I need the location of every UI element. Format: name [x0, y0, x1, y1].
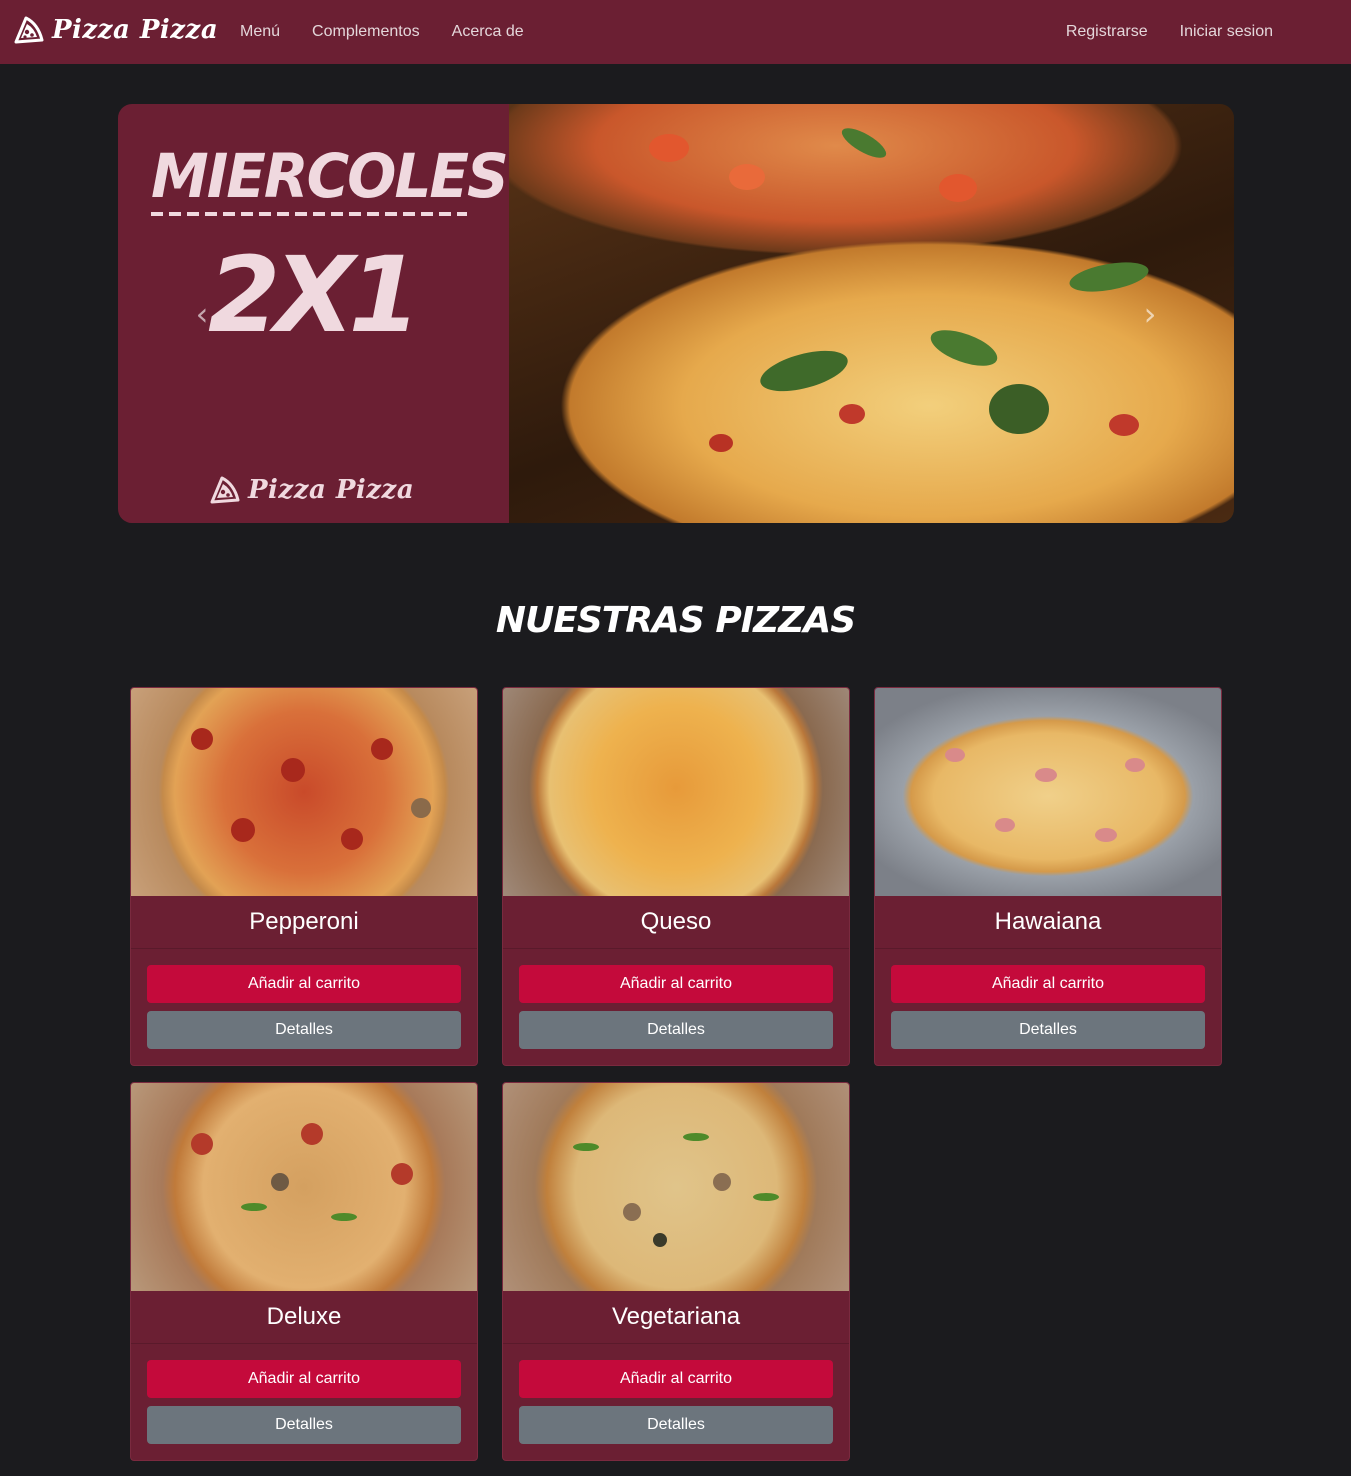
add-to-cart-button[interactable]: Añadir al carrito [519, 965, 833, 1003]
nav-complementos[interactable]: Complementos [312, 23, 420, 41]
promo-carousel: MIERCOLES 2X1 Pizza Pizza ‹ › [118, 104, 1234, 523]
pizza-name: Queso [503, 896, 849, 949]
nav-registrarse[interactable]: Registrarse [1066, 23, 1148, 41]
promo-divider [151, 212, 467, 216]
promo-brand-name: Pizza Pizza [248, 475, 415, 505]
pizza-slice-logo-icon [210, 476, 240, 504]
pizza-image [875, 688, 1221, 896]
details-button[interactable]: Detalles [519, 1406, 833, 1444]
details-button[interactable]: Detalles [891, 1011, 1205, 1049]
pizza-image [131, 1083, 477, 1291]
carousel-prev-button[interactable]: ‹ [192, 294, 212, 334]
promo-brand: Pizza Pizza [208, 474, 414, 506]
pizza-image [503, 1083, 849, 1291]
promo-pizza-photo [509, 104, 1234, 523]
pizza-slice-logo-icon [14, 16, 44, 44]
chevron-right-icon: › [1143, 295, 1157, 333]
details-button[interactable]: Detalles [519, 1011, 833, 1049]
add-to-cart-button[interactable]: Añadir al carrito [147, 1360, 461, 1398]
pizza-name: Hawaiana [875, 896, 1221, 949]
add-to-cart-button[interactable]: Añadir al carrito [147, 965, 461, 1003]
pizza-card: Pepperoni Añadir al carrito Detalles [130, 687, 478, 1066]
details-button[interactable]: Detalles [147, 1406, 461, 1444]
pizza-name: Pepperoni [131, 896, 477, 949]
carousel-next-button[interactable]: › [1140, 294, 1160, 334]
navbar: Pizza Pizza Menú Complementos Acerca de … [0, 0, 1351, 64]
nav-right: Registrarse Iniciar sesion [1066, 0, 1273, 64]
section-title: NUESTRAS PIZZAS [495, 600, 856, 641]
nav-acerca-de[interactable]: Acerca de [452, 23, 524, 41]
brand-name: Pizza Pizza [52, 15, 219, 45]
pizza-name: Vegetariana [503, 1291, 849, 1344]
pizza-image [503, 688, 849, 896]
promo-offer: 2X1 [208, 234, 421, 356]
promo-panel: MIERCOLES 2X1 Pizza Pizza [118, 104, 509, 523]
pizza-image [131, 688, 477, 896]
details-button[interactable]: Detalles [147, 1011, 461, 1049]
pizza-card: Queso Añadir al carrito Detalles [502, 687, 850, 1066]
promo-day: MIERCOLES [151, 140, 509, 212]
pizza-card: Vegetariana Añadir al carrito Detalles [502, 1082, 850, 1461]
pizza-card: Hawaiana Añadir al carrito Detalles [874, 687, 1222, 1066]
nav-menu[interactable]: Menú [240, 23, 280, 41]
brand[interactable]: Pizza Pizza [12, 14, 218, 46]
pizza-name: Deluxe [131, 1291, 477, 1344]
add-to-cart-button[interactable]: Añadir al carrito [891, 965, 1205, 1003]
nav-left: Menú Complementos Acerca de [240, 0, 524, 64]
chevron-left-icon: ‹ [195, 295, 209, 333]
pizza-card: Deluxe Añadir al carrito Detalles [130, 1082, 478, 1461]
add-to-cart-button[interactable]: Añadir al carrito [519, 1360, 833, 1398]
nav-iniciar-sesion[interactable]: Iniciar sesion [1180, 23, 1273, 41]
